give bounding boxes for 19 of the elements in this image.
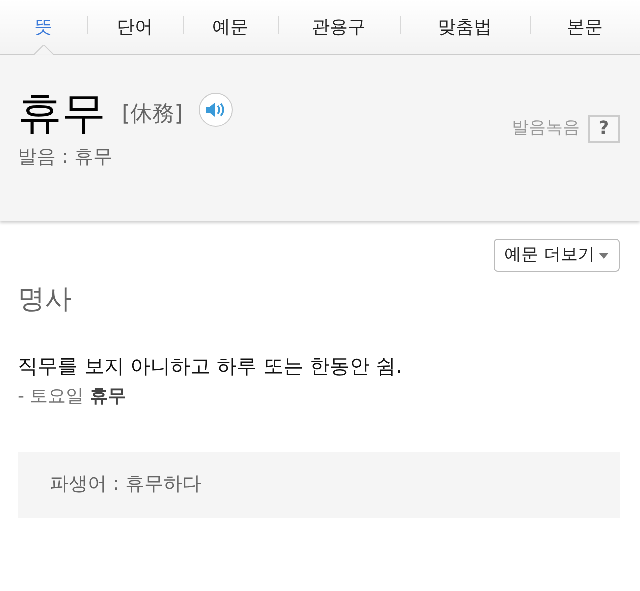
pronunciation-text: 발음 : 휴무 [18, 145, 114, 170]
speaker-icon [205, 101, 228, 119]
part-of-speech: 명사 [18, 283, 73, 317]
example-sentence: - 토요일 휴무 [18, 384, 127, 408]
more-examples-dropdown[interactable]: 예문 더보기 [494, 239, 620, 272]
tab[interactable]: 예문 [208, 14, 252, 40]
derived-word-text: 파생어 : 휴무하다 [50, 472, 202, 498]
headword: 휴무 [18, 89, 106, 139]
tab[interactable]: 단어 [113, 14, 157, 40]
pronunciation-speaker-button[interactable] [199, 93, 234, 127]
recording-label: 발음녹음 [512, 117, 580, 140]
tab[interactable]: 관용구 [308, 14, 370, 40]
hanja-text: [休務] [122, 101, 184, 129]
definition-text: 직무를 보지 아니하고 하루 또는 한동안 쉼. [18, 352, 404, 380]
help-button[interactable]: ? [588, 115, 620, 143]
tab[interactable]: 맞춤법 [434, 14, 496, 40]
caret-icon [599, 252, 609, 258]
tab[interactable]: 본문 [563, 14, 607, 40]
tab[interactable]: 뜻 [30, 14, 56, 40]
